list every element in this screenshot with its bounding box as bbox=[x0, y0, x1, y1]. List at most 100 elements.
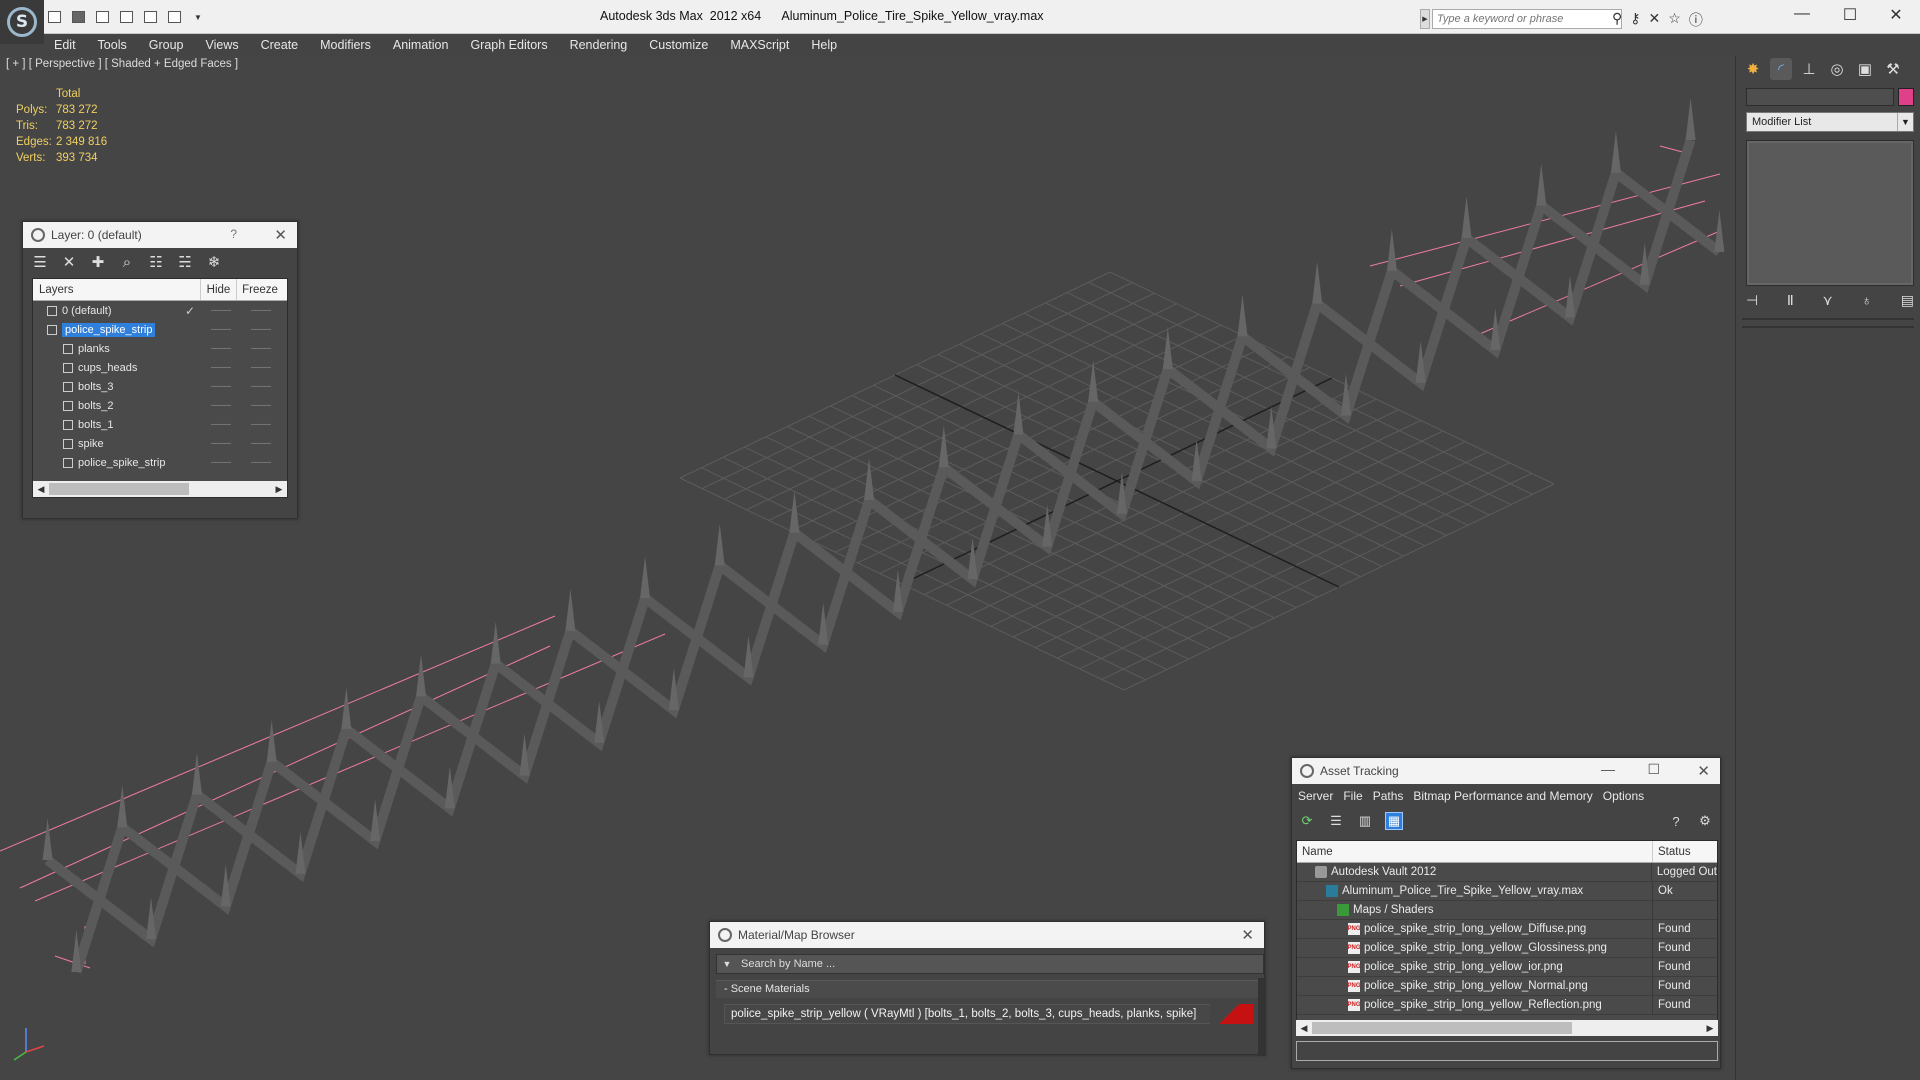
maximize-button[interactable]: ☐ bbox=[1830, 5, 1870, 25]
menu-group[interactable]: Group bbox=[149, 38, 184, 52]
menu-animation[interactable]: Animation bbox=[393, 38, 449, 52]
scroll-right-icon[interactable]: ▶ bbox=[271, 484, 287, 495]
make-unique-icon[interactable]: ⋎ bbox=[1823, 292, 1833, 309]
close-icon[interactable]: ✕ bbox=[1697, 762, 1710, 780]
menu-modifiers[interactable]: Modifiers bbox=[320, 38, 371, 52]
column-layers[interactable]: Layers bbox=[33, 279, 201, 300]
minimize-button[interactable]: — bbox=[1782, 5, 1822, 23]
create-layer-icon[interactable]: ☰ bbox=[31, 253, 49, 271]
layer-row[interactable]: police_spike_strip —— —— bbox=[33, 453, 287, 472]
menu-graph-editors[interactable]: Graph Editors bbox=[470, 38, 547, 52]
freeze-toggle[interactable]: —— bbox=[241, 381, 281, 392]
freeze-toggle[interactable]: —— bbox=[241, 400, 281, 411]
redo-button[interactable] bbox=[116, 8, 136, 26]
scroll-thumb[interactable] bbox=[1312, 1022, 1572, 1034]
hide-toggle[interactable]: —— bbox=[201, 400, 241, 411]
layer-row[interactable]: bolts_3 —— —— bbox=[33, 377, 287, 396]
minimize-icon[interactable]: — bbox=[1601, 761, 1615, 777]
layer-row[interactable]: cups_heads —— —— bbox=[33, 358, 287, 377]
asset-menu-bitmap-performance-and-memory[interactable]: Bitmap Performance and Memory bbox=[1413, 789, 1592, 803]
asset-row[interactable]: PNG police_spike_strip_long_yellow_ior.pn… bbox=[1297, 958, 1717, 977]
close-button[interactable]: ✕ bbox=[1876, 5, 1916, 25]
asset-row[interactable]: Aluminum_Police_Tire_Spike_Yellow_vray.m… bbox=[1297, 882, 1717, 901]
layer-row[interactable]: police_spike_strip —— —— bbox=[33, 320, 287, 339]
pin-stack-icon[interactable]: ⊣ bbox=[1746, 292, 1758, 309]
scene-materials-group[interactable]: - Scene Materials bbox=[716, 980, 1258, 998]
hierarchy-tab[interactable]: ⊥ bbox=[1798, 58, 1820, 80]
menu-create[interactable]: Create bbox=[261, 38, 299, 52]
asset-row[interactable]: PNG police_spike_strip_long_yellow_Reflec… bbox=[1297, 996, 1717, 1015]
asset-menu-paths[interactable]: Paths bbox=[1373, 789, 1404, 803]
menu-customize[interactable]: Customize bbox=[649, 38, 708, 52]
menu-views[interactable]: Views bbox=[205, 38, 238, 52]
options-triangle-icon[interactable]: ▼ bbox=[717, 959, 737, 969]
column-name[interactable]: Name bbox=[1297, 841, 1653, 862]
viewport-label[interactable]: [ + ] [ Perspective ] [ Shaded + Edged F… bbox=[6, 58, 238, 70]
material-browser-titlebar[interactable]: Material/Map Browser ✕ bbox=[710, 922, 1264, 948]
layer-row[interactable]: 0 (default) —— —— ✓ bbox=[33, 301, 287, 320]
layer-row[interactable]: spike —— —— bbox=[33, 434, 287, 453]
menu-help[interactable]: Help bbox=[811, 38, 837, 52]
hide-toggle[interactable]: —— bbox=[201, 381, 241, 392]
modifier-stack[interactable] bbox=[1746, 140, 1914, 286]
freeze-toggle[interactable]: —— bbox=[241, 343, 281, 354]
object-color-swatch[interactable] bbox=[1898, 88, 1914, 106]
freeze-toggle[interactable]: —— bbox=[241, 362, 281, 373]
asset-row[interactable]: PNG police_spike_strip_long_yellow_Diffus… bbox=[1297, 920, 1717, 939]
modify-tab[interactable]: ◜ bbox=[1770, 58, 1792, 80]
menu-edit[interactable]: Edit bbox=[54, 38, 76, 52]
object-name-field[interactable] bbox=[1746, 88, 1894, 106]
close-icon[interactable]: ✕ bbox=[1241, 926, 1254, 944]
hide-toggle[interactable]: —— bbox=[201, 362, 241, 373]
scroll-thumb[interactable] bbox=[49, 483, 189, 495]
close-icon[interactable]: ✕ bbox=[274, 226, 287, 244]
add-to-layer-icon[interactable]: ✚ bbox=[89, 253, 107, 271]
help-icon[interactable]: ⓘ bbox=[1689, 10, 1703, 30]
freeze-toggle[interactable]: —— bbox=[241, 324, 281, 335]
current-layer-check-icon[interactable]: ✓ bbox=[185, 304, 195, 318]
fetch-button[interactable] bbox=[164, 8, 184, 26]
settings-icon[interactable]: ⚙ bbox=[1696, 812, 1714, 830]
remove-modifier-icon[interactable]: ♁ bbox=[1862, 292, 1873, 309]
scroll-right-icon[interactable]: ▶ bbox=[1702, 1023, 1718, 1034]
create-tab[interactable]: ✸ bbox=[1742, 58, 1764, 80]
hide-toggle[interactable]: —— bbox=[201, 343, 241, 354]
communication-center-icon[interactable]: ✕ bbox=[1649, 10, 1661, 30]
modifier-list-dropdown[interactable]: Modifier List ▼ bbox=[1746, 112, 1914, 132]
keyword-search-input[interactable] bbox=[1432, 9, 1622, 29]
asset-menu-server[interactable]: Server bbox=[1298, 789, 1333, 803]
tree-view-icon[interactable]: ▥ bbox=[1356, 812, 1374, 830]
asset-row[interactable]: Maps / Shaders bbox=[1297, 901, 1717, 920]
hide-toggle[interactable]: —— bbox=[201, 457, 241, 468]
layer-row[interactable]: bolts_1 —— —— bbox=[33, 415, 287, 434]
binoculars-icon[interactable]: ⚲ bbox=[1612, 10, 1622, 30]
select-in-layer-icon[interactable]: ⌕ bbox=[118, 253, 136, 271]
vertical-scrollbar[interactable] bbox=[1258, 978, 1266, 1056]
application-menu-button[interactable]: S bbox=[0, 0, 44, 44]
asset-row[interactable]: PNG police_spike_strip_long_yellow_Glossi… bbox=[1297, 939, 1717, 958]
material-search-field[interactable]: ▼ Search by Name ... bbox=[716, 954, 1264, 974]
horizontal-scrollbar[interactable]: ◀ ▶ bbox=[33, 481, 287, 497]
hide-toggle[interactable]: —— bbox=[201, 305, 241, 316]
search-expand-button[interactable]: ▶ bbox=[1420, 9, 1430, 29]
asset-row[interactable]: Autodesk Vault 2012 Logged Out bbox=[1297, 863, 1717, 882]
display-tab[interactable]: ▣ bbox=[1854, 58, 1876, 80]
column-hide[interactable]: Hide bbox=[201, 279, 237, 300]
menu-rendering[interactable]: Rendering bbox=[570, 38, 628, 52]
asset-menu-file[interactable]: File bbox=[1343, 789, 1362, 803]
delete-layer-icon[interactable]: ✕ bbox=[60, 253, 78, 271]
favorites-star-icon[interactable]: ☆ bbox=[1668, 10, 1681, 30]
list-view-icon[interactable]: ☰ bbox=[1327, 812, 1345, 830]
motion-tab[interactable]: ◎ bbox=[1826, 58, 1848, 80]
freeze-toggle[interactable]: —— bbox=[241, 419, 281, 430]
asset-tracking-titlebar[interactable]: Asset Tracking — ☐ ✕ bbox=[1292, 758, 1720, 784]
qa-dropdown-button[interactable]: ▼ bbox=[188, 8, 208, 26]
show-end-result-icon[interactable]: Ⅱ bbox=[1787, 292, 1794, 309]
layer-panel-titlebar[interactable]: Layer: 0 (default) ? ✕ bbox=[23, 222, 297, 248]
freeze-toggle[interactable]: —— bbox=[241, 438, 281, 449]
column-freeze[interactable]: Freeze bbox=[237, 279, 283, 300]
highlight-layer-icon[interactable]: ☷ bbox=[147, 253, 165, 271]
configure-sets-icon[interactable]: ▤ bbox=[1901, 292, 1914, 309]
menu-tools[interactable]: Tools bbox=[98, 38, 127, 52]
asset-menu-options[interactable]: Options bbox=[1603, 789, 1644, 803]
